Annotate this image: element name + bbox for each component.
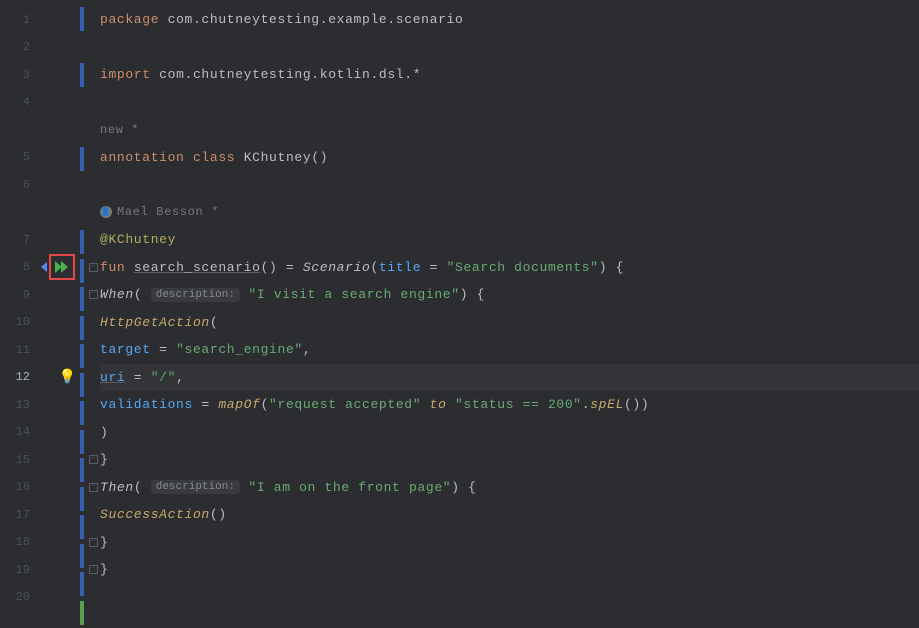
vcs-modified-marker[interactable] [80, 487, 84, 511]
inlay-hint-author[interactable]: 👤Mael Besson * [100, 199, 919, 227]
run-icon [61, 261, 68, 273]
line-number[interactable]: 2 [0, 34, 44, 62]
run-gutter-highlight[interactable] [49, 254, 75, 280]
code-line[interactable]: import com.chutneytesting.kotlin.dsl.* [100, 61, 919, 89]
inlay-spacer [0, 116, 44, 144]
inlay-hint-vcs[interactable]: new * [100, 116, 919, 144]
line-number[interactable]: 4 [0, 89, 44, 117]
code-line[interactable]: package com.chutneytesting.example.scena… [100, 6, 919, 34]
line-number[interactable]: 20 [0, 584, 44, 612]
line-number[interactable]: 9 [0, 281, 44, 309]
code-line[interactable]: } [100, 446, 919, 474]
vcs-modified-marker[interactable] [80, 458, 84, 482]
vcs-modified-marker[interactable] [80, 344, 84, 368]
param-hint: description: [151, 480, 240, 494]
code-line[interactable]: HttpGetAction( [100, 309, 919, 337]
line-number[interactable]: 10 [0, 309, 44, 337]
vcs-modified-marker[interactable] [80, 63, 84, 87]
code-line[interactable] [100, 171, 919, 199]
line-number[interactable]: 7 [0, 226, 44, 254]
code-line[interactable] [100, 89, 919, 117]
code-editor: 1 2 3 4 5 6 7 8 9 10 11 12 13 14 15 16 1… [0, 0, 919, 610]
line-number[interactable]: 6 [0, 171, 44, 199]
code-line[interactable]: fun search_scenario() = Scenario(title =… [100, 254, 919, 282]
line-number[interactable]: 17 [0, 501, 44, 529]
vcs-modified-marker[interactable] [80, 430, 84, 454]
vcs-modified-marker[interactable] [80, 230, 84, 254]
code-line[interactable]: @KChutney [100, 226, 919, 254]
fold-column: − − − − − − [86, 0, 100, 610]
code-line[interactable]: target = "search_engine", [100, 336, 919, 364]
line-number[interactable]: 14 [0, 419, 44, 447]
code-line[interactable]: SuccessAction() [100, 501, 919, 529]
vcs-modified-marker[interactable] [80, 147, 84, 171]
vcs-modified-marker[interactable] [80, 7, 84, 31]
vcs-modified-marker[interactable] [80, 259, 84, 283]
line-number[interactable]: 8 [0, 254, 44, 282]
line-number[interactable]: 18 [0, 529, 44, 557]
vcs-modified-marker[interactable] [80, 373, 84, 397]
overrides-icon [41, 262, 47, 272]
code-line[interactable]: validations = mapOf("request accepted" t… [100, 391, 919, 419]
vcs-added-marker[interactable] [80, 601, 84, 625]
code-line[interactable] [100, 584, 919, 612]
vcs-modified-marker[interactable] [80, 544, 84, 568]
intention-bulb-icon[interactable]: 💡 [59, 369, 76, 386]
code-line[interactable] [100, 34, 919, 62]
line-number-current[interactable]: 12 [0, 364, 44, 392]
line-number-gutter: 1 2 3 4 5 6 7 8 9 10 11 12 13 14 15 16 1… [0, 0, 44, 610]
author-icon: 👤 [100, 206, 112, 218]
line-number[interactable]: 11 [0, 336, 44, 364]
line-number[interactable]: 16 [0, 474, 44, 502]
vcs-modified-marker[interactable] [80, 572, 84, 596]
vcs-modified-marker[interactable] [80, 401, 84, 425]
fold-toggle-icon[interactable]: − [89, 263, 98, 272]
line-number[interactable]: 15 [0, 446, 44, 474]
line-number[interactable]: 1 [0, 6, 44, 34]
line-number[interactable]: 13 [0, 391, 44, 419]
vcs-modified-marker[interactable] [80, 287, 84, 311]
code-line[interactable]: When( description: "I visit a search eng… [100, 281, 919, 309]
code-line[interactable]: annotation class KChutney() [100, 144, 919, 172]
vcs-modified-marker[interactable] [80, 316, 84, 340]
line-number[interactable]: 3 [0, 61, 44, 89]
fold-toggle-icon[interactable]: − [89, 483, 98, 492]
fold-toggle-icon[interactable]: − [89, 538, 98, 547]
vcs-modified-marker[interactable] [80, 515, 84, 539]
code-line[interactable]: } [100, 529, 919, 557]
code-content[interactable]: package com.chutneytesting.example.scena… [100, 0, 919, 610]
gutter-marker-column: 💡 [44, 0, 80, 610]
code-line[interactable]: ) [100, 419, 919, 447]
code-line-current[interactable]: uri = "/", [100, 364, 919, 392]
inlay-spacer [0, 199, 44, 227]
fold-toggle-icon[interactable]: − [89, 455, 98, 464]
line-number[interactable]: 5 [0, 144, 44, 172]
code-line[interactable]: } [100, 556, 919, 584]
fold-toggle-icon[interactable]: − [89, 565, 98, 574]
line-number[interactable]: 19 [0, 556, 44, 584]
fold-toggle-icon[interactable]: − [89, 290, 98, 299]
param-hint: description: [151, 288, 240, 302]
code-line[interactable]: Then( description: "I am on the front pa… [100, 474, 919, 502]
